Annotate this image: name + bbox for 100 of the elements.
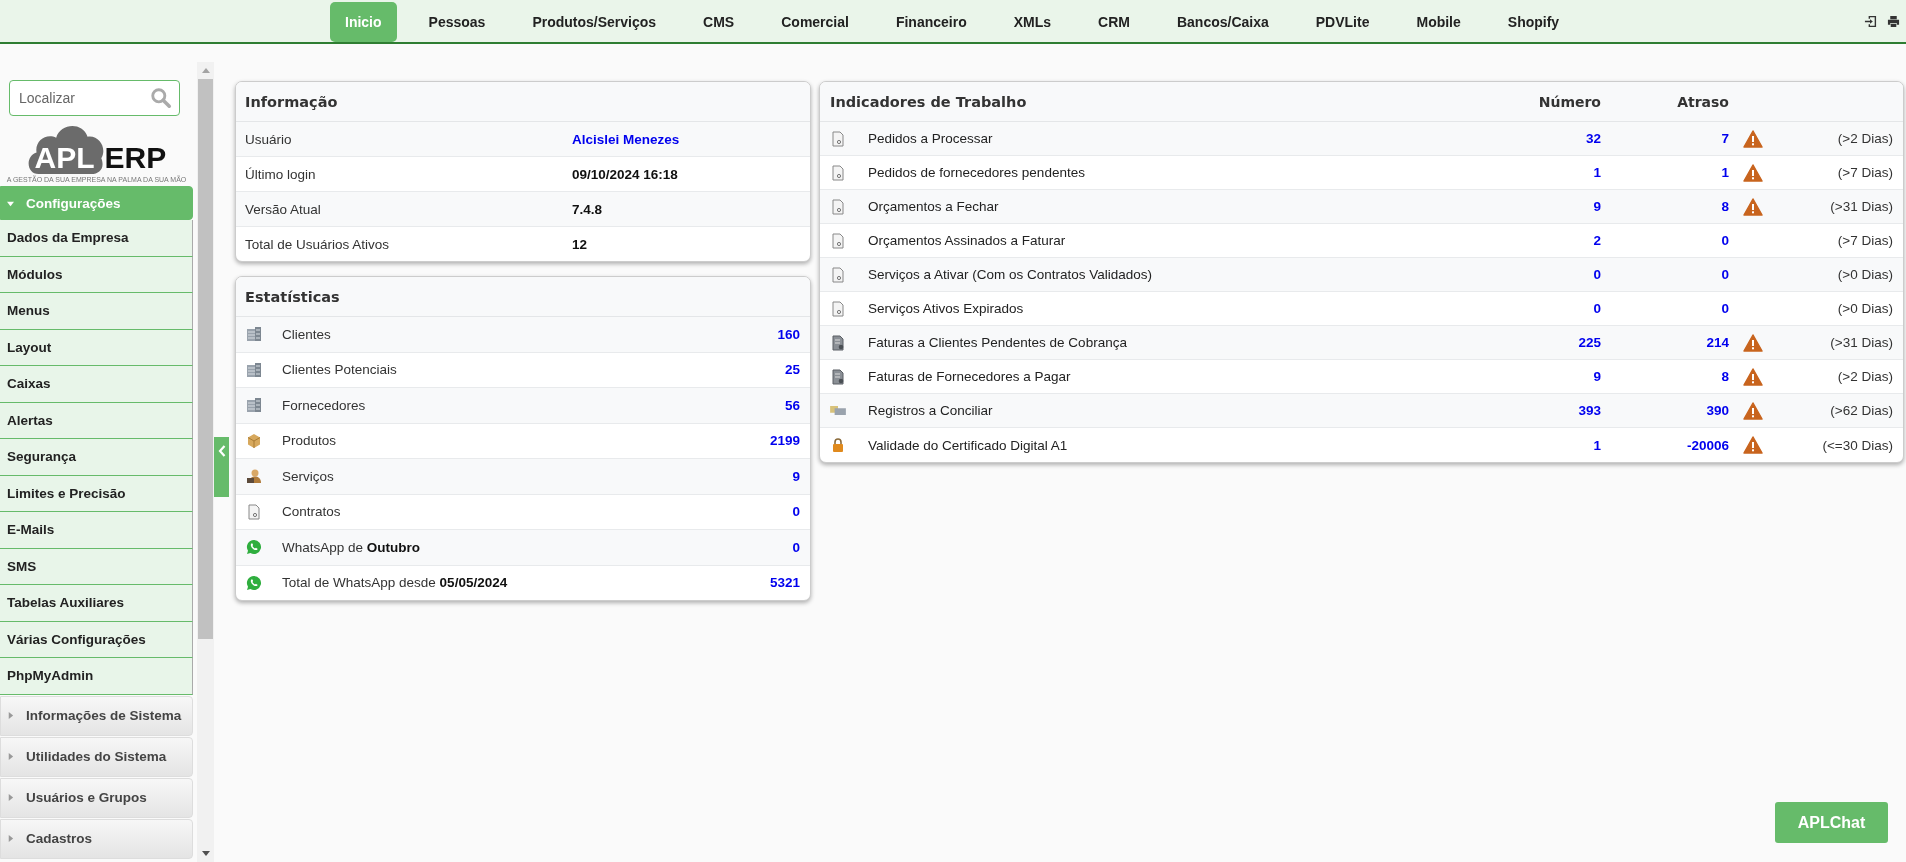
statistic-count[interactable]: 0 [792, 504, 800, 520]
indicator-count[interactable]: 393 [1491, 403, 1601, 418]
column-header: Atraso [1676, 93, 1729, 110]
indicator-count[interactable]: 0 [1491, 267, 1601, 282]
delay-count[interactable]: 390 [1601, 403, 1729, 418]
nav-tab[interactable]: Shopify [1492, 2, 1575, 42]
delay-count[interactable]: 7 [1601, 131, 1729, 146]
indicator-label: Validade do Certificado Digital A1 [868, 437, 1069, 453]
whatsapp-icon [246, 574, 262, 591]
statistic-count[interactable]: 9 [792, 468, 800, 484]
indicator-label: Pedidos de fornecedores pendentes [868, 165, 1086, 180]
statistic-count[interactable]: 160 [777, 326, 800, 342]
nav-tab[interactable]: Produtos/Serviços [517, 2, 672, 42]
folder-icon [830, 406, 846, 415]
nav-tab[interactable]: CMS [688, 2, 750, 42]
indicator-count[interactable]: 225 [1491, 335, 1601, 350]
menu-group-header[interactable]: Cadastros [0, 818, 193, 859]
period-label: (>0 Dias) [1836, 267, 1893, 282]
collapse-sidebar-handle[interactable] [214, 437, 229, 497]
user-link[interactable]: Alcislei Menezes [572, 131, 801, 147]
info-label: Versão Atual [245, 201, 322, 217]
scroll-up-icon[interactable] [201, 68, 210, 73]
delay-count[interactable]: 0 [1601, 301, 1729, 316]
delay-count[interactable]: 214 [1601, 335, 1729, 350]
search-icon[interactable] [150, 87, 172, 109]
menu-item[interactable]: Caixas [0, 366, 193, 403]
nav-tab[interactable]: Bancos/Caixa [1161, 2, 1284, 42]
indicator-count[interactable]: 2 [1491, 233, 1601, 248]
statistic-count[interactable]: 25 [784, 362, 800, 378]
nav-tab[interactable]: Comercial [766, 2, 864, 42]
period-label: (>62 Dias) [1829, 403, 1893, 418]
caret-right-icon [7, 794, 14, 801]
column-header: Número [1537, 93, 1601, 110]
statistic-count[interactable]: 2199 [769, 433, 800, 449]
period-label: (>0 Dias) [1836, 301, 1893, 316]
period-label: (>2 Dias) [1836, 369, 1893, 384]
indicator-count[interactable]: 9 [1491, 369, 1601, 384]
scrollbar[interactable] [197, 62, 214, 862]
card-title: Estatísticas [236, 277, 810, 317]
indicator-count[interactable]: 0 [1491, 301, 1601, 316]
menu-group-label: Cadastros [26, 831, 93, 846]
indicator-label: Orçamentos a Fechar [868, 199, 1000, 214]
menu-item[interactable]: Dados da Empresa [0, 220, 193, 257]
print-icon[interactable] [1887, 14, 1900, 28]
menu-item[interactable]: E-Mails [0, 512, 193, 549]
menu-item[interactable]: Várias Configurações [0, 621, 193, 658]
indicator-label: Registros a Conciliar [868, 403, 994, 418]
menu-group-header[interactable]: Informações de Sistema [0, 695, 193, 736]
nav-tab[interactable]: CRM [1083, 2, 1145, 42]
period-label: (>31 Dias) [1829, 199, 1893, 214]
indicator-count[interactable]: 1 [1491, 165, 1601, 180]
statistic-label: Fornecedores [282, 397, 367, 413]
indicator-count[interactable]: 32 [1491, 131, 1601, 146]
info-label: Total de Usuários Ativos [245, 236, 391, 252]
document-icon [830, 164, 846, 181]
menu-item[interactable]: Alertas [0, 402, 193, 439]
nav-tab[interactable]: PDVLite [1300, 2, 1385, 42]
nav-tab[interactable]: Financeiro [880, 2, 982, 42]
menu-item[interactable]: Layout [0, 329, 193, 366]
logo-text: APL [34, 142, 95, 174]
lock-icon [830, 437, 846, 453]
info-label: Último login [245, 166, 317, 182]
delay-count[interactable]: 0 [1601, 267, 1729, 282]
menu-group-header[interactable]: Usuários e Grupos [0, 777, 193, 818]
info-value: 7.4.8 [572, 201, 604, 217]
caret-right-icon [7, 712, 14, 719]
statistic-count[interactable]: 5321 [769, 575, 800, 591]
menu-item[interactable]: Tabelas Auxiliares [0, 585, 193, 622]
delay-count[interactable]: 1 [1601, 165, 1729, 180]
delay-count[interactable]: 0 [1601, 233, 1729, 248]
indicator-count[interactable]: 1 [1491, 437, 1601, 453]
menu-item[interactable]: Menus [0, 293, 193, 330]
menu-item[interactable]: Limites e Precisão [0, 475, 193, 512]
menu-group-label: Informações de Sistema [26, 708, 182, 723]
statistic-label: Contratos [282, 504, 342, 520]
delay-count[interactable]: 8 [1601, 199, 1729, 214]
indicator-label: Orçamentos Assinados a Faturar [868, 233, 1067, 248]
building-icon [246, 326, 262, 343]
delay-count[interactable]: 8 [1601, 369, 1729, 384]
search-field[interactable]: Localizar [9, 80, 180, 116]
indicator-count[interactable]: 9 [1491, 199, 1601, 214]
period-label: (>7 Dias) [1836, 233, 1893, 248]
scroll-down-icon[interactable] [201, 851, 210, 856]
menu-item[interactable]: Segurança [0, 439, 193, 476]
statistic-count[interactable]: 0 [792, 539, 800, 555]
indicator-label: Serviços Ativos Expirados [868, 301, 1025, 316]
statistic-label: Clientes [282, 326, 332, 342]
nav-tab[interactable]: Pessoas [413, 2, 501, 42]
nav-tab[interactable]: Mobile [1401, 2, 1476, 42]
invoice-icon [830, 334, 846, 351]
menu-item[interactable]: PhpMyAdmin [0, 658, 193, 695]
menu-group-header[interactable]: Utilidades do Sistema [0, 736, 193, 777]
period-label: (>7 Dias) [1836, 165, 1893, 180]
menu-item[interactable]: SMS [0, 548, 193, 585]
nav-tab[interactable]: XMLs [998, 2, 1067, 42]
menu-item[interactable]: Módulos [0, 256, 193, 293]
statistic-count[interactable]: 56 [784, 397, 800, 413]
period-label: (<=30 Dias) [1821, 437, 1893, 453]
logout-icon[interactable] [1864, 14, 1877, 28]
delay-count[interactable]: -20006 [1601, 437, 1729, 453]
